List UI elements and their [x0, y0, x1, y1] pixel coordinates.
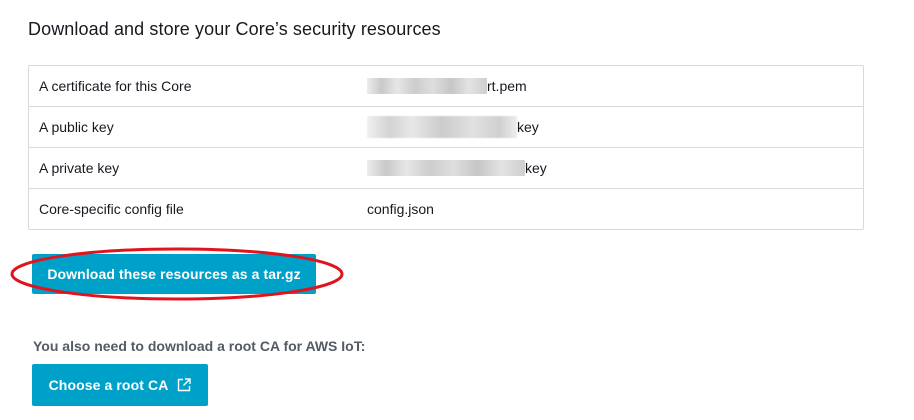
choose-root-ca-label: Choose a root CA — [48, 377, 169, 393]
resource-label: Core-specific config file — [39, 201, 184, 217]
root-ca-note: You also need to download a root CA for … — [33, 338, 366, 354]
resource-label: A public key — [39, 119, 114, 135]
external-link-icon — [178, 378, 192, 392]
resource-label: A certificate for this Core — [39, 78, 192, 94]
download-resources-button[interactable]: Download these resources as a tar.gz — [32, 254, 316, 294]
resource-row-config-file: Core-specific config file config.json — [29, 189, 863, 229]
resource-row-private-key: A private key key — [29, 148, 863, 189]
redacted-filename — [367, 116, 517, 138]
resource-value: config.json — [367, 189, 434, 229]
resource-row-public-key: A public key key — [29, 107, 863, 148]
resource-row-certificate: A certificate for this Core rt.pem — [29, 66, 863, 107]
resource-value: key — [367, 107, 539, 147]
resource-value-suffix: key — [525, 160, 547, 176]
resource-label: A private key — [39, 160, 120, 176]
redacted-filename — [367, 78, 487, 94]
resource-value-filename: config.json — [367, 201, 434, 217]
security-resources-table: A certificate for this Core rt.pem A pub… — [28, 65, 864, 230]
resource-value-suffix: key — [517, 119, 539, 135]
resource-value: rt.pem — [367, 66, 527, 106]
resource-value-suffix: rt.pem — [487, 78, 527, 94]
section-title: Download and store your Core’s security … — [28, 19, 441, 39]
resource-value: key — [367, 148, 547, 188]
redacted-filename — [367, 160, 525, 176]
download-button-area: Download these resources as a tar.gz — [8, 245, 346, 303]
choose-root-ca-button[interactable]: Choose a root CA — [32, 364, 208, 406]
